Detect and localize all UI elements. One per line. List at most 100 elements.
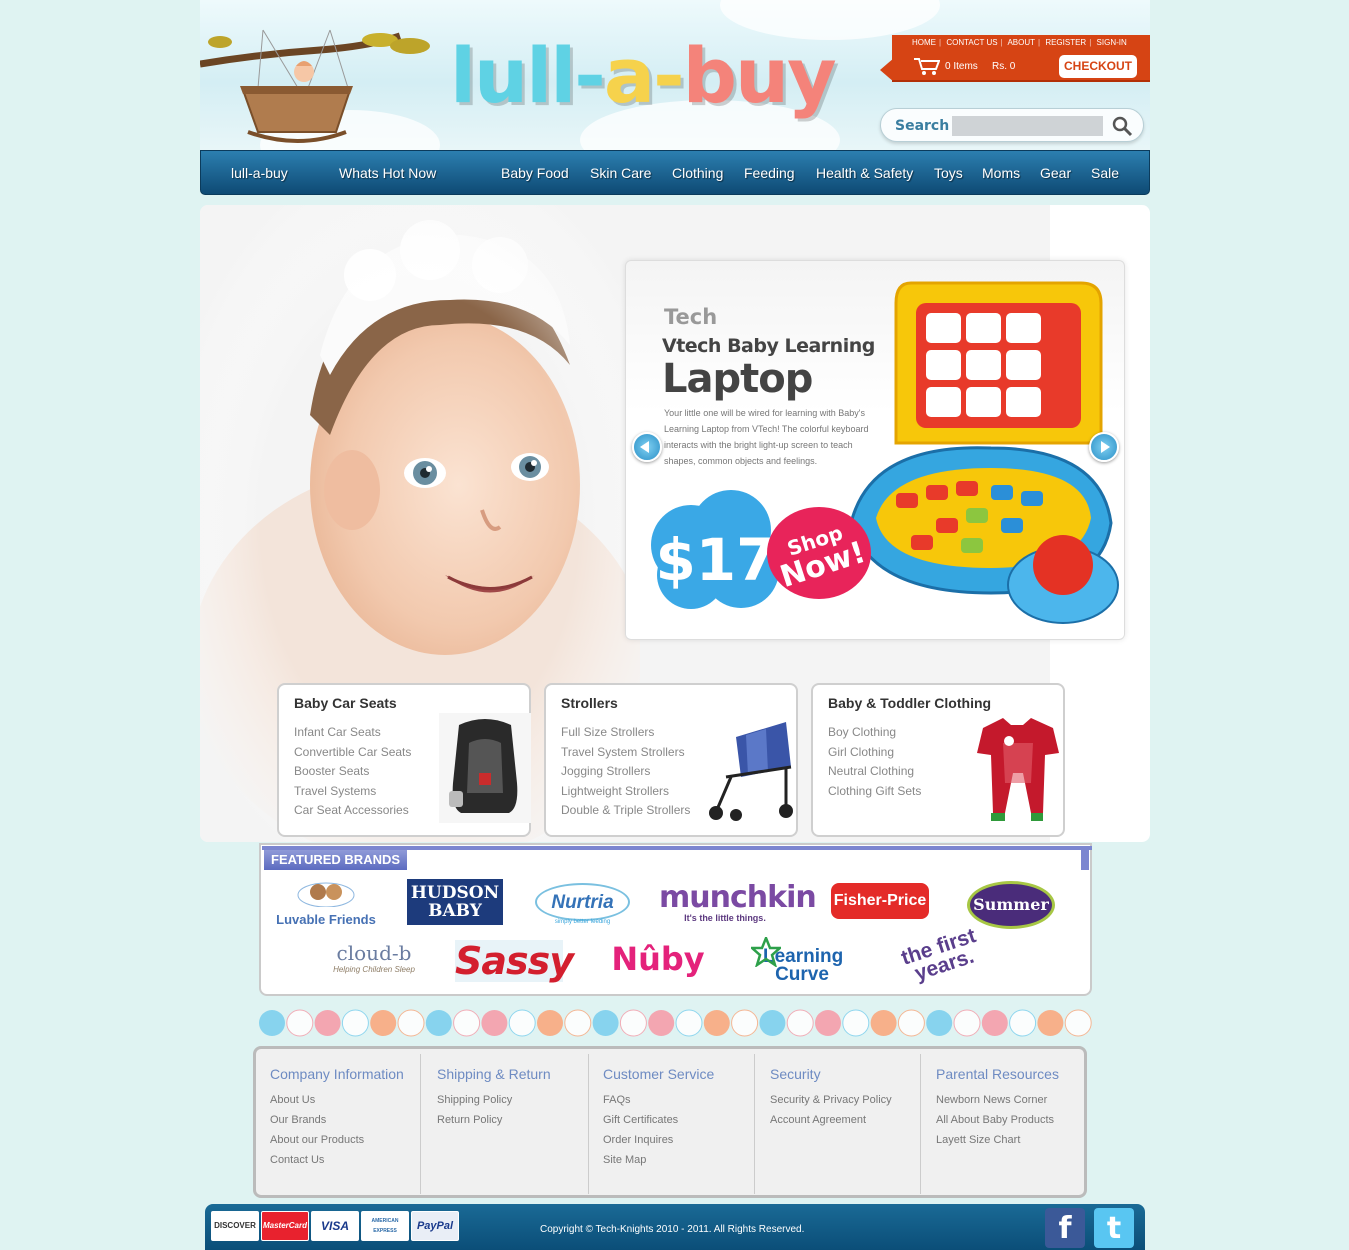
brand-hudson-baby[interactable]: HUDSON BABY xyxy=(407,879,503,925)
nav-item-feeding[interactable]: Feeding xyxy=(744,165,795,181)
category-title[interactable]: Baby Car Seats xyxy=(294,695,397,711)
footer-link[interactable]: Layett Size Chart xyxy=(936,1130,1054,1150)
checkout-button[interactable]: CHECKOUT xyxy=(1059,55,1137,78)
nav-item-sale[interactable]: Sale xyxy=(1091,165,1119,181)
footer-link[interactable]: Gift Certificates xyxy=(603,1110,678,1130)
slide-subtitle: Laptop xyxy=(662,356,813,402)
footer-link[interactable]: Order Inquires xyxy=(603,1130,678,1150)
nav-item-gear[interactable]: Gear xyxy=(1040,165,1071,181)
brand-nuby[interactable]: Nûby xyxy=(608,940,708,978)
footer-link[interactable]: Return Policy xyxy=(437,1110,512,1130)
brand-learning-curve[interactable]: Learning Curve xyxy=(751,937,849,984)
category-link[interactable]: Double & Triple Strollers xyxy=(561,801,690,821)
brand-summer[interactable]: Summer xyxy=(967,881,1055,929)
footer-link[interactable]: Account Agreement xyxy=(770,1110,892,1130)
decorative-dot xyxy=(1064,1009,1092,1037)
slider-prev-button[interactable] xyxy=(632,432,662,462)
footer-column-parental: Parental Resources Newborn News Corner A… xyxy=(922,1054,1084,1194)
decorative-dot xyxy=(897,1009,925,1037)
nav-item-toys[interactable]: Toys xyxy=(934,165,963,181)
site-logo[interactable]: lull-a-buy xyxy=(450,38,837,114)
nav-item-moms[interactable]: Moms xyxy=(982,165,1020,181)
decorative-dot xyxy=(870,1010,897,1036)
twitter-icon[interactable]: t xyxy=(1094,1208,1134,1248)
top-link-home[interactable]: HOME xyxy=(912,38,936,47)
brand-nurtria[interactable]: Nurtria simply better feeding xyxy=(535,883,630,925)
category-link[interactable]: Full Size Strollers xyxy=(561,723,690,743)
category-link[interactable]: Jogging Strollers xyxy=(561,762,690,782)
nav-item-whats-hot[interactable]: Whats Hot Now xyxy=(339,165,436,181)
footer-link[interactable]: About our Products xyxy=(270,1130,364,1150)
decorative-dots xyxy=(259,1009,1092,1037)
decorative-dot xyxy=(703,1010,730,1036)
decorative-dot xyxy=(675,1009,703,1037)
top-link-signin[interactable]: SIGN-IN xyxy=(1097,38,1127,47)
footer-link[interactable]: Newborn News Corner xyxy=(936,1090,1054,1110)
nav-item-home[interactable]: lull-a-buy xyxy=(231,165,288,181)
footer-links: Company Information About Us Our Brands … xyxy=(253,1046,1087,1198)
decorative-dot xyxy=(564,1009,592,1037)
footer-link[interactable]: Shipping Policy xyxy=(437,1090,512,1110)
slider-next-button[interactable] xyxy=(1089,432,1119,462)
top-link-contact[interactable]: CONTACT US xyxy=(946,38,997,47)
nav-item-skin-care[interactable]: Skin Care xyxy=(590,165,651,181)
category-title[interactable]: Strollers xyxy=(561,695,618,711)
category-link[interactable]: Neutral Clothing xyxy=(828,762,921,782)
bear-icon xyxy=(297,882,355,908)
category-link[interactable]: Girl Clothing xyxy=(828,743,921,763)
footer-column-title: Company Information xyxy=(270,1066,404,1082)
brand-the-first-years[interactable]: the first years. xyxy=(886,922,998,991)
nav-item-health-safety[interactable]: Health & Safety xyxy=(816,165,913,181)
category-link[interactable]: Infant Car Seats xyxy=(294,723,411,743)
decorative-dot xyxy=(1037,1010,1064,1036)
category-link[interactable]: Booster Seats xyxy=(294,762,411,782)
category-title[interactable]: Baby & Toddler Clothing xyxy=(828,695,991,711)
category-link[interactable]: Clothing Gift Sets xyxy=(828,782,921,802)
brand-luvable-friends[interactable]: Luvable Friends xyxy=(271,877,381,927)
search-input[interactable] xyxy=(952,116,1103,136)
decorative-dot xyxy=(481,1010,508,1036)
search-icon[interactable] xyxy=(1111,115,1133,137)
category-box-strollers: Strollers Full Size Strollers Travel Sys… xyxy=(544,683,798,837)
main-navigation: lull-a-buy Whats Hot Now Baby Food Skin … xyxy=(200,150,1150,195)
cart-icon[interactable] xyxy=(914,57,940,75)
category-link[interactable]: Travel System Strollers xyxy=(561,743,690,763)
search-box: Search xyxy=(880,108,1144,142)
footer-link[interactable]: FAQs xyxy=(603,1090,678,1110)
category-link[interactable]: Car Seat Accessories xyxy=(294,801,411,821)
top-link-about[interactable]: ABOUT xyxy=(1007,38,1035,47)
visa-card-icon: VISA xyxy=(311,1211,359,1241)
brand-cloud-b[interactable]: cloud-b Helping Children Sleep xyxy=(329,941,419,974)
category-link[interactable]: Lightweight Strollers xyxy=(561,782,690,802)
decorative-dot xyxy=(425,1010,452,1036)
footer-link[interactable]: Security & Privacy Policy xyxy=(770,1090,892,1110)
mastercard-icon: MasterCard xyxy=(261,1211,309,1241)
brands-heading: FEATURED BRANDS xyxy=(264,850,408,870)
category-link[interactable]: Boy Clothing xyxy=(828,723,921,743)
onesie-image xyxy=(977,718,1059,821)
decorative-dot xyxy=(786,1009,814,1037)
footer-link[interactable]: Our Brands xyxy=(270,1110,364,1130)
footer-link[interactable]: Site Map xyxy=(603,1150,678,1170)
decorative-dot xyxy=(1009,1009,1037,1037)
footer-column-title: Shipping & Return xyxy=(437,1066,551,1082)
brand-sassy[interactable]: Sassy xyxy=(455,940,574,982)
footer-column-company: Company Information About Us Our Brands … xyxy=(256,1054,421,1194)
category-link[interactable]: Convertible Car Seats xyxy=(294,743,411,763)
decorative-dot xyxy=(341,1009,369,1037)
shop-now-badge[interactable]: Shop Now! xyxy=(764,503,874,603)
header: lull-a-buy HOME | CONTACT US | ABOUT | REGI… xyxy=(200,0,1150,150)
slide-title: Vtech Baby Learning xyxy=(662,335,875,357)
brand-fisher-price[interactable]: Fisher-Price xyxy=(831,883,929,919)
facebook-icon[interactable]: f xyxy=(1045,1208,1085,1248)
footer-link[interactable]: About Us xyxy=(270,1090,364,1110)
nav-item-baby-food[interactable]: Baby Food xyxy=(501,165,569,181)
footer-link[interactable]: All About Baby Products xyxy=(936,1110,1054,1130)
footer-link[interactable]: Contact Us xyxy=(270,1150,364,1170)
decorative-dot xyxy=(815,1010,841,1036)
category-list: Infant Car Seats Convertible Car Seats B… xyxy=(294,723,411,821)
top-link-register[interactable]: REGISTER xyxy=(1045,38,1086,47)
category-link[interactable]: Travel Systems xyxy=(294,782,411,802)
nav-item-clothing[interactable]: Clothing xyxy=(672,165,723,181)
brand-munchkin[interactable]: munchkin It's the little things. xyxy=(659,883,817,924)
